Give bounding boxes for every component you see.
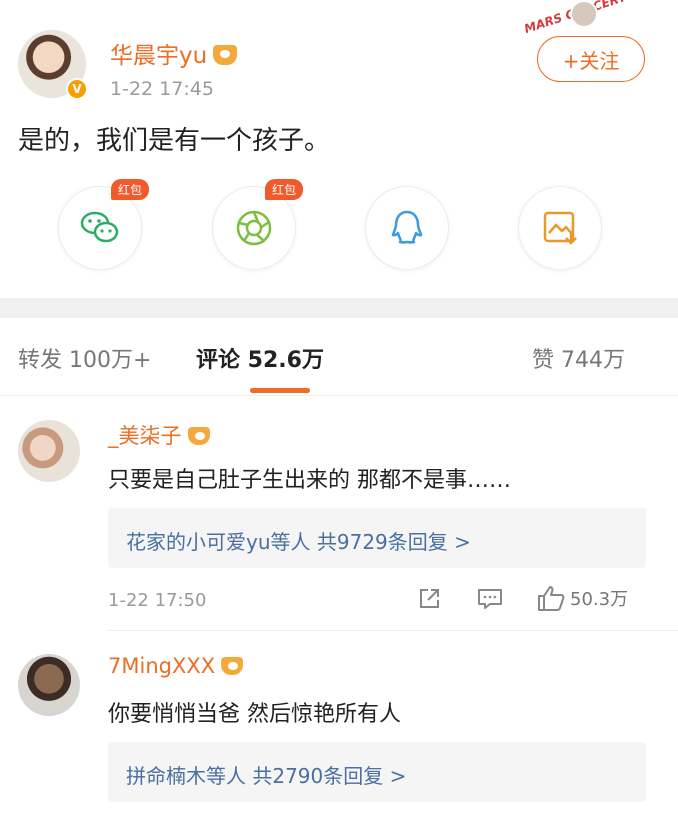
- moments-icon: [236, 210, 272, 246]
- card-decoration: MARS CONCERT: [522, 0, 632, 36]
- vip-crown-icon: [187, 427, 210, 445]
- repost-comment-button[interactable]: [416, 586, 442, 612]
- share-moments-button[interactable]: 红包: [212, 179, 303, 270]
- like-count: 50.3万: [570, 589, 629, 610]
- share-arrow-icon: [420, 589, 439, 608]
- comment-bubble-icon: [478, 589, 502, 609]
- decoration-avatar: [570, 0, 598, 28]
- red-packet-badge: 红包: [110, 179, 149, 200]
- section-gap: [0, 298, 678, 318]
- commenter-name[interactable]: 7MingXXX: [108, 654, 244, 678]
- post-content: 是的，我们是有一个孩子。: [18, 126, 331, 156]
- comment-text: 只要是自己肚子生出来的 那都不是事……: [108, 468, 511, 493]
- red-packet-badge: 红包: [264, 179, 303, 200]
- replies-preview[interactable]: 花家的小可爱yu等人 共9729条回复 >: [108, 508, 646, 568]
- save-image-icon: [543, 211, 577, 245]
- thumbs-up-icon: [538, 586, 565, 611]
- commenter-name[interactable]: _美柒子: [108, 420, 210, 450]
- replies-preview[interactable]: 拼命楠木等人 共2790条回复 >: [108, 742, 646, 802]
- post-time: 1-22 17:45: [110, 78, 214, 100]
- like-comment-button[interactable]: 50.3万: [536, 584, 628, 612]
- weibo-post: V 华晨宇yu 1-22 17:45 MARS CONCERT +关注 是的，我…: [0, 0, 678, 298]
- reply-comment-button[interactable]: [476, 586, 504, 612]
- follow-button[interactable]: +关注: [537, 36, 645, 82]
- author-name[interactable]: 华晨宇yu: [110, 36, 238, 70]
- comment-text: 你要悄悄当爸 然后惊艳所有人: [108, 702, 401, 727]
- comment-divider: [108, 630, 678, 631]
- share-bar: 红包 红包: [0, 179, 678, 280]
- vip-crown-icon: [221, 657, 244, 675]
- tab-likes[interactable]: 赞 744万: [532, 342, 625, 374]
- comment-time: 1-22 17:50: [108, 590, 207, 611]
- commenter-avatar[interactable]: [18, 420, 80, 482]
- comment-item: _美柒子 只要是自己肚子生出来的 那都不是事…… 花家的小可爱yu等人 共972…: [0, 396, 678, 632]
- qq-icon: [391, 210, 423, 244]
- verified-badge-icon: V: [66, 78, 88, 100]
- interaction-tabs: 转发 100万+ 评论 52.6万 赞 744万: [0, 318, 678, 396]
- share-wechat-button[interactable]: 红包: [58, 179, 149, 270]
- active-tab-indicator: [250, 388, 310, 393]
- tab-repost[interactable]: 转发 100万+: [18, 342, 151, 374]
- commenter-avatar[interactable]: [18, 654, 80, 716]
- comment-item: 7MingXXX 你要悄悄当爸 然后惊艳所有人 拼命楠木等人 共2790条回复 …: [0, 632, 678, 813]
- vip-crown-icon: [213, 45, 238, 65]
- save-image-button[interactable]: [518, 186, 602, 270]
- tab-comments[interactable]: 评论 52.6万: [196, 342, 324, 374]
- author-avatar[interactable]: V: [18, 30, 88, 100]
- share-qq-button[interactable]: [365, 186, 449, 270]
- wechat-icon: [80, 211, 119, 243]
